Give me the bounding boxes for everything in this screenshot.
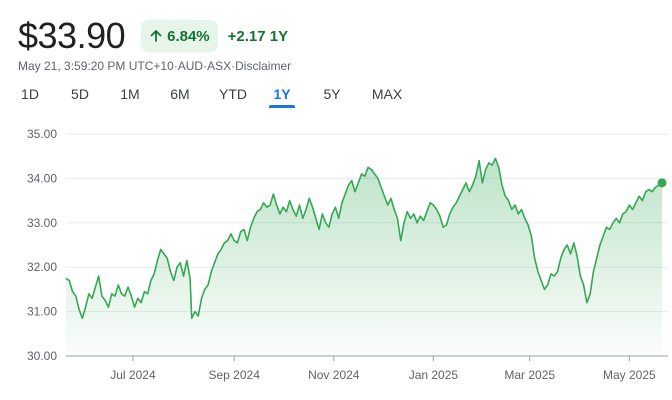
- current-price: $33.90: [18, 15, 126, 56]
- currency: AUD: [177, 59, 204, 73]
- percent-change-badge: 6.84%: [141, 20, 218, 52]
- tab-1y[interactable]: 1Y: [269, 84, 295, 108]
- x-tick-label: Mar 2025: [504, 368, 555, 382]
- price-area: [66, 158, 662, 356]
- y-tick-label: 31.00: [27, 305, 57, 319]
- x-tick-label: May 2025: [603, 368, 656, 382]
- tab-max[interactable]: MAX: [370, 84, 404, 108]
- timestamp: May 21, 3:59:20 PM UTC+10: [18, 59, 174, 73]
- x-tick-label: Jan 2025: [409, 368, 459, 382]
- disclaimer-link[interactable]: Disclaimer: [235, 59, 291, 73]
- tab-5y[interactable]: 5Y: [322, 84, 342, 108]
- tab-1d[interactable]: 1D: [18, 84, 42, 108]
- x-tick-label: Sep 2024: [208, 368, 260, 382]
- y-tick-label: 30.00: [27, 349, 57, 363]
- x-tick-label: Nov 2024: [308, 368, 360, 382]
- tab-1m[interactable]: 1M: [118, 84, 142, 108]
- price-chart[interactable]: 35.00 34.00 33.00 32.00 31.00 30.00 Jul 2024 S…: [0, 112, 672, 400]
- exchange: ASX: [207, 59, 232, 73]
- tab-6m[interactable]: 6M: [168, 84, 192, 108]
- y-tick-label: 32.00: [27, 260, 57, 274]
- arrow-up-icon: [150, 30, 162, 42]
- x-tick-label: Jul 2024: [110, 368, 156, 382]
- percent-change: 6.84%: [167, 27, 210, 45]
- y-tick-label: 35.00: [27, 127, 57, 141]
- tab-5d[interactable]: 5D: [68, 84, 92, 108]
- absolute-change: +2.17 1Y: [227, 27, 289, 45]
- quote-header: $33.90 6.84% +2.17 1Y: [18, 14, 288, 58]
- y-tick-label: 33.00: [27, 216, 57, 230]
- range-tabs: 1D 5D 1M 6M YTD 1Y 5Y MAX: [18, 84, 404, 108]
- quote-meta: May 21, 3:59:20 PM UTC+10 · AUD · ASX · …: [18, 59, 291, 73]
- tab-ytd[interactable]: YTD: [218, 84, 248, 108]
- y-tick-label: 34.00: [27, 171, 57, 185]
- last-price-dot: [657, 178, 667, 188]
